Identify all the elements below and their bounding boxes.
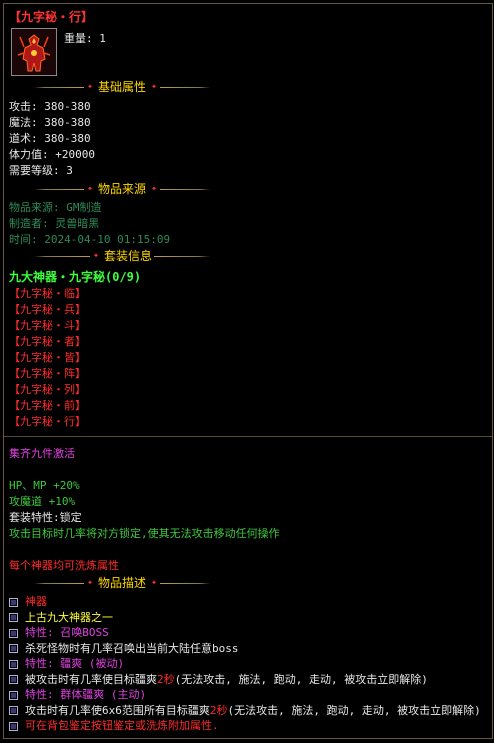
square-bullet-icon (9, 659, 18, 669)
separator (4, 436, 492, 437)
section-header-base: ✦ 基础属性 ✦ (34, 79, 211, 95)
set-item: 【九字秘・皆】 (9, 351, 86, 364)
desc-duration: 2秒 (209, 703, 228, 717)
desc-text: 神器 (25, 595, 47, 608)
section-title: 物品描述 (98, 576, 147, 590)
section-title: 物品来源 (98, 182, 147, 196)
square-bullet-icon (9, 613, 18, 622)
set-item: 【九字秘・前】 (9, 399, 86, 412)
set-name: 九大神器・九字秘(0/9) (9, 270, 142, 284)
item-tooltip: 【九字秘・行】 重量: 1 ✦ 基础属性 ✦ 攻击: 380-380 魔法: 3… (3, 3, 493, 739)
section-header-set: ✦ 套装信息 (34, 248, 211, 264)
desc-line: 上古九大神器之一 (9, 610, 113, 626)
set-item: 【九字秘・列】 (9, 383, 86, 396)
set-item: 【九字秘・临】 (9, 287, 86, 300)
section-header-source: ✦ 物品来源 ✦ (34, 181, 211, 197)
source-origin: 物品来源: GM制造 (9, 201, 102, 214)
square-bullet-icon (9, 644, 18, 653)
set-feature-desc: 攻击目标时几率将对方锁定,使其无法攻击移动任何操作 (9, 527, 280, 540)
divider-line (160, 582, 211, 584)
diamond-icon: ✦ (86, 577, 93, 588)
desc-text: 可在背包鉴定按钮鉴定或洗炼附加属性. (25, 719, 219, 732)
desc-text: 特性: 召唤BOSS (25, 626, 109, 639)
divider-line (34, 188, 84, 190)
square-bullet-icon (9, 628, 18, 638)
desc-text: 上古九大神器之一 (25, 610, 113, 624)
set-bonus-hpmp: HP、MP +20% (9, 479, 80, 492)
stat-hp: 体力值: +20000 (9, 148, 95, 161)
set-item: 【九字秘・阵】 (9, 367, 86, 380)
diamond-icon: ✦ (86, 81, 93, 92)
source-time: 时间: 2024-04-10 01:15:09 (9, 233, 171, 246)
divider-line (34, 255, 90, 257)
desc-text: 杀死怪物时有几率召唤出当前大陆任意boss (25, 641, 239, 655)
divider-line (160, 188, 211, 190)
section-header-desc: ✦ 物品描述 ✦ (34, 575, 211, 591)
item-name: 【九字秘・行】 (9, 10, 94, 24)
set-item: 【九字秘・斗】 (9, 319, 86, 332)
desc-line: 被攻击时有几率使目标疆爽 2秒 (无法攻击, 施法, 跑动, 走动, 被攻击立即解… (9, 672, 428, 688)
desc-duration: 2秒 (157, 672, 175, 686)
diamond-icon: ✦ (151, 81, 158, 92)
square-bullet-icon (9, 706, 18, 715)
section-title: 基础属性 (98, 80, 147, 94)
square-bullet-icon (9, 721, 18, 731)
stat-magic: 魔法: 380-380 (9, 116, 91, 129)
desc-text: 被攻击时有几率使目标疆爽 (25, 672, 157, 686)
desc-text: 特性: 群体疆爽 (主动) (25, 688, 147, 701)
divider-line (160, 86, 211, 88)
item-icon (11, 28, 57, 76)
set-activate: 集齐九件激活 (9, 447, 75, 460)
set-item: 【九字秘・行】 (9, 415, 86, 428)
set-feature: 套装特性:锁定 (9, 511, 82, 524)
source-maker: 制造者: 灵兽暗黑 (9, 217, 100, 230)
diamond-icon: ✦ (151, 577, 158, 588)
diamond-icon: ✦ (86, 183, 93, 194)
armor-figure-icon (12, 29, 56, 75)
item-weight: 重量: 1 (64, 32, 106, 45)
square-bullet-icon (9, 675, 18, 684)
stat-level: 需要等级: 3 (9, 164, 73, 177)
desc-text: 攻击时有几率使6x6范围所有目标疆爽 (25, 703, 210, 717)
set-bonus-attack: 攻魔道 +10% (9, 495, 76, 508)
desc-text: (无法攻击, 施法, 跑动, 走动, 被攻击立即解除) (227, 703, 481, 717)
desc-line: 神器 (9, 594, 47, 610)
desc-text: (无法攻击, 施法, 跑动, 走动, 被攻击立即解除) (174, 672, 428, 686)
square-bullet-icon (9, 597, 18, 607)
diamond-icon: ✦ (151, 183, 158, 194)
desc-line: 特性: 群体疆爽 (主动) (9, 687, 146, 703)
square-bullet-icon (9, 690, 18, 700)
desc-line: 杀死怪物时有几率召唤出当前大陆任意boss (9, 641, 239, 657)
divider-line (34, 86, 84, 88)
set-item: 【九字秘・兵】 (9, 303, 86, 316)
diamond-icon: ✦ (92, 250, 100, 261)
desc-line: 攻击时有几率使6x6范围所有目标疆爽 2秒 (无法攻击, 施法, 跑动, 走动, … (9, 703, 481, 719)
divider-line (34, 582, 84, 584)
desc-line: 特性: 召唤BOSS (9, 625, 109, 641)
desc-line: 可在背包鉴定按钮鉴定或洗炼附加属性. (9, 718, 219, 734)
stat-attack: 攻击: 380-380 (9, 100, 91, 113)
stat-taoism: 道术: 380-380 (9, 132, 91, 145)
refine-note: 每个神器均可洗炼属性 (9, 559, 119, 572)
divider-line (154, 255, 211, 257)
desc-line: 特性: 疆爽 (被动) (9, 656, 124, 672)
desc-text: 特性: 疆爽 (被动) (25, 657, 125, 670)
section-title: 套装信息 (104, 249, 153, 263)
set-item: 【九字秘・者】 (9, 335, 86, 348)
